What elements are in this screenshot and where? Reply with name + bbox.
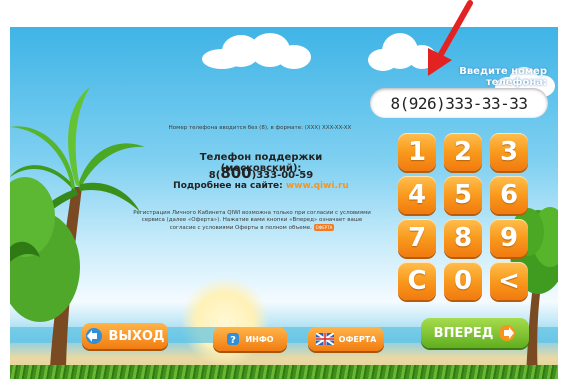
stage: Номер телефона вводится без (8), в форма…	[0, 0, 566, 379]
next-button[interactable]: ВПЕРЕД	[421, 318, 529, 348]
exit-button[interactable]: ВЫХОД	[82, 323, 168, 349]
phone-number-input[interactable]: 8(926)333-33-33	[370, 88, 548, 118]
site-link[interactable]: www.qiwi.ru	[286, 181, 349, 191]
key-9[interactable]: 9	[490, 219, 528, 257]
flag-icon	[315, 333, 334, 345]
key-7[interactable]: 7	[398, 219, 436, 257]
next-label: ВПЕРЕД	[433, 325, 494, 341]
support-phone: 8(800)333-00-59	[208, 164, 314, 182]
svg-text:?: ?	[231, 335, 237, 346]
key-6[interactable]: 6	[490, 176, 528, 214]
key-8[interactable]: 8	[444, 219, 482, 257]
left-palm-tree	[10, 87, 145, 367]
key-1[interactable]: 1	[398, 133, 436, 171]
legal-text: Регистрация Личного Кабинета QIWI возмож…	[133, 210, 371, 231]
key-2[interactable]: 2	[444, 133, 482, 171]
cloud	[368, 31, 438, 71]
cloud	[202, 33, 312, 69]
phone-prompt-label: Введите номер телефона:	[459, 66, 547, 88]
key-backspace[interactable]: <	[490, 262, 528, 300]
grass	[10, 365, 558, 379]
key-5[interactable]: 5	[444, 176, 482, 214]
offer-label: ОФЕРТА	[338, 334, 377, 344]
arrow-left-icon	[85, 328, 103, 344]
sun	[180, 277, 270, 367]
phone-format-hint: Номер телефона вводится без (8), в форма…	[168, 125, 352, 131]
exit-label: ВЫХОД	[108, 328, 165, 344]
key-4[interactable]: 4	[398, 176, 436, 214]
arrow-right-icon	[498, 325, 516, 341]
offer-tag[interactable]: ОФЕРТА	[313, 224, 335, 231]
offer-button[interactable]: ОФЕРТА	[308, 327, 384, 351]
info-button[interactable]: ? ИНФО	[213, 327, 287, 351]
site-info: Подробнее на сайте: www.qiwi.ru	[173, 181, 349, 191]
key-clear[interactable]: C	[398, 262, 436, 300]
question-icon: ?	[226, 332, 240, 346]
key-3[interactable]: 3	[490, 133, 528, 171]
key-0[interactable]: 0	[444, 262, 482, 300]
info-label: ИНФО	[245, 334, 274, 344]
